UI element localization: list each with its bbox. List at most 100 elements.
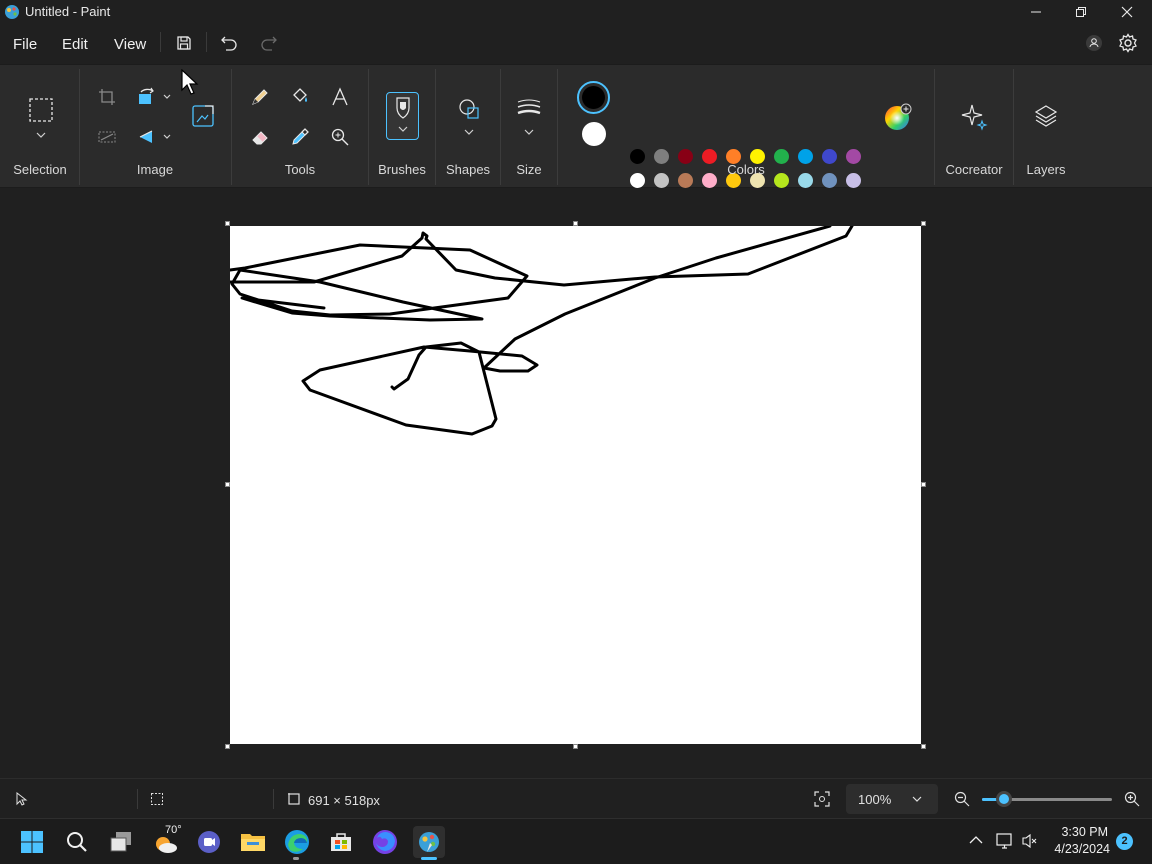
firefox-button[interactable] (369, 826, 401, 858)
canvas-resize-handle-top[interactable] (573, 221, 578, 226)
task-view-button[interactable] (105, 826, 137, 858)
drawing-canvas[interactable] (228, 224, 921, 744)
eraser-button[interactable] (248, 125, 272, 149)
magnifier-icon (331, 128, 349, 146)
canvas-resize-handle-right[interactable] (921, 482, 926, 487)
edit-colors-button[interactable] (884, 103, 912, 131)
flip-icon (139, 130, 171, 143)
save-button[interactable] (172, 31, 196, 55)
drawing-stroke (301, 224, 832, 436)
windows-logo-icon (21, 831, 43, 853)
status-bar: 691 × 518px 100% (0, 778, 1152, 818)
color-wheel-icon (885, 103, 912, 130)
size-button[interactable] (512, 92, 546, 140)
cocreator-button[interactable] (958, 101, 990, 133)
firefox-icon (373, 830, 397, 854)
sparkle-icon (961, 104, 988, 131)
canvas-resize-handle-bottom-left[interactable] (225, 744, 230, 749)
menu-edit[interactable]: Edit (62, 36, 88, 53)
selection-button[interactable] (24, 93, 58, 143)
volume-muted-icon[interactable] (1022, 833, 1038, 849)
clock-time[interactable]: 3:30 PM (1050, 825, 1108, 839)
canvas-size-icon (288, 793, 300, 805)
text-icon (332, 87, 348, 106)
crop-button[interactable] (96, 86, 118, 108)
qa-separator (206, 32, 207, 52)
redo-button[interactable] (257, 31, 281, 55)
menu-separator (160, 32, 161, 52)
undo-icon (221, 36, 237, 51)
group-label-selection: Selection (13, 162, 67, 177)
menu-file[interactable]: File (13, 36, 37, 53)
remove-background-icon (98, 131, 116, 143)
group-label-size: Size (516, 162, 542, 177)
restore-button[interactable] (1058, 0, 1104, 24)
start-button[interactable] (16, 826, 48, 858)
secondary-color-selector[interactable] (582, 122, 606, 146)
notification-badge[interactable]: 2 (1116, 833, 1133, 850)
search-button[interactable] (61, 826, 93, 858)
canvas-resize-handle-top-left[interactable] (225, 221, 230, 226)
remove-background-button[interactable] (96, 126, 118, 148)
status-separator (273, 789, 274, 809)
edge-browser-button[interactable] (281, 826, 313, 858)
close-button[interactable] (1104, 0, 1150, 24)
rotate-button[interactable] (135, 86, 175, 108)
canvas-size-text: 691 × 518px (308, 793, 380, 808)
eraser-icon (252, 131, 268, 145)
canvas-resize-handle-bottom[interactable] (573, 744, 578, 749)
zoom-out-icon[interactable] (954, 791, 970, 807)
fit-to-window-icon[interactable] (814, 791, 830, 807)
stroke-size-icon (517, 99, 541, 135)
brushes-button[interactable] (386, 92, 419, 140)
zoom-level-dropdown[interactable]: 100% (846, 784, 938, 814)
account-button[interactable] (1082, 31, 1106, 55)
task-view-icon (110, 832, 131, 852)
window-title: Untitled - Paint (25, 4, 111, 19)
crop-icon (99, 89, 115, 105)
folder-icon (241, 834, 265, 851)
group-label-brushes: Brushes (378, 162, 426, 177)
teams-chat-button[interactable] (193, 826, 225, 858)
shapes-icon (459, 99, 479, 135)
canvas-resize-handle-top-right[interactable] (921, 221, 926, 226)
restore-icon (1076, 7, 1086, 17)
microsoft-store-button[interactable] (325, 826, 357, 858)
layers-icon (1034, 105, 1058, 127)
weather-temperature: 70° (165, 824, 182, 836)
text-button[interactable] (328, 85, 352, 109)
pencil-icon (252, 89, 268, 105)
flip-button[interactable] (135, 126, 175, 148)
chevron-up-icon[interactable] (969, 835, 983, 845)
undo-button[interactable] (217, 31, 241, 55)
group-label-colors: Colors (727, 162, 765, 177)
resize-button[interactable] (190, 103, 216, 129)
weather-widget[interactable]: 70° (150, 824, 182, 858)
drawing-stroke (228, 224, 854, 287)
menu-view[interactable]: View (114, 36, 146, 53)
canvas-resize-handle-bottom-right[interactable] (921, 744, 926, 749)
rectangle-select-icon (29, 98, 53, 138)
settings-button[interactable] (1116, 31, 1140, 55)
primary-color-fill (582, 86, 605, 109)
file-explorer-button[interactable] (237, 826, 269, 858)
color-picker-button[interactable] (288, 125, 312, 149)
paint-taskbar-button[interactable] (413, 826, 445, 860)
layers-button[interactable] (1031, 101, 1061, 131)
chevron-down-icon (912, 796, 922, 802)
canvas-resize-handle-left[interactable] (225, 482, 230, 487)
minimize-button[interactable] (1013, 0, 1059, 24)
taskbar: 70° 3:30 PM 4/23/2024 2 (0, 818, 1152, 864)
account-icon (1086, 35, 1102, 51)
pencil-button[interactable] (248, 85, 272, 109)
network-icon[interactable] (996, 832, 1014, 850)
primary-color-selector[interactable] (577, 81, 610, 114)
fill-button[interactable] (288, 85, 312, 109)
zoom-in-icon[interactable] (1124, 791, 1140, 807)
shapes-button[interactable] (452, 92, 486, 140)
minimize-icon (1031, 11, 1041, 13)
magnifier-button[interactable] (328, 125, 352, 149)
brush-icon (395, 97, 410, 132)
zoom-slider-thumb[interactable] (996, 791, 1012, 807)
clock-date[interactable]: 4/23/2024 (1046, 842, 1110, 856)
